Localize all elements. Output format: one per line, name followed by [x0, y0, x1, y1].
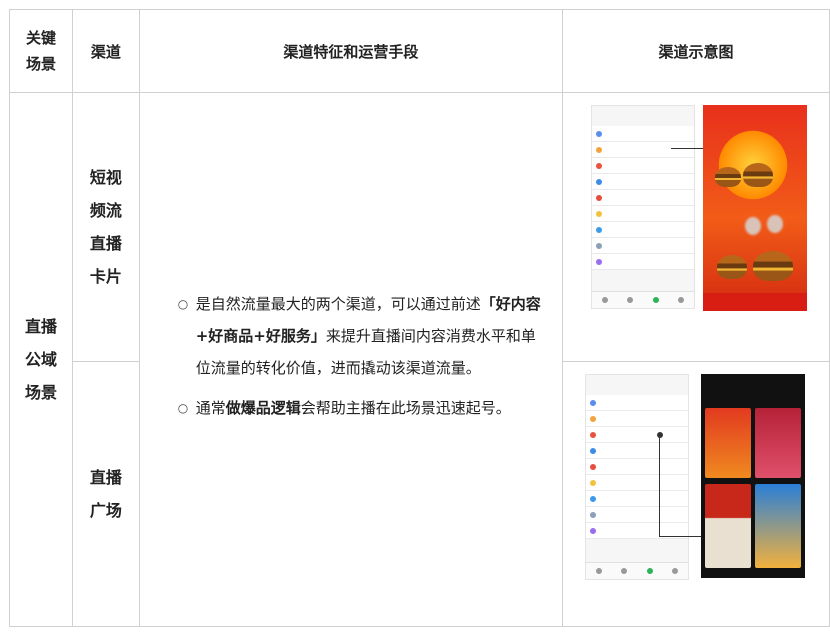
live-square-screen	[700, 374, 805, 578]
sample-image-2	[563, 362, 829, 626]
channel-label-2: 直播广场	[89, 468, 122, 520]
live-card-poster	[702, 105, 807, 311]
pointer-line-vertical	[658, 436, 660, 536]
feature-highlight-2: 做爆品逻辑	[225, 398, 301, 417]
header-feature: 渠道特征和运营手段	[138, 9, 563, 93]
feature-item-2: 通常做爆品逻辑会帮助主播在此场景迅速起号。	[178, 392, 542, 424]
phone-discover-menu-2	[584, 374, 689, 580]
pointer-dot	[656, 432, 663, 438]
table-header-row: 关键场景 渠道 渠道特征和运营手段 渠道示意图	[8, 9, 830, 93]
scene-channel-table: 关键场景 渠道 渠道特征和运营手段 渠道示意图 直播公域场景 短视频流直播卡片 …	[8, 9, 830, 627]
header-channel: 渠道	[72, 9, 140, 93]
pointer-line-horizontal	[658, 536, 705, 537]
channel-label-1: 短视频流直播卡片	[89, 168, 122, 286]
scene-cell: 直播公域场景	[8, 92, 74, 627]
header-key-scene: 关键场景	[8, 9, 74, 93]
sample-image-1	[563, 93, 829, 361]
channel-cell-2: 直播广场	[72, 361, 140, 627]
feature-list: 是自然流量最大的两个渠道，可以通过前述「好内容+好商品+好服务」来提升直播间内容…	[178, 288, 542, 424]
channel-cell-1: 短视频流直播卡片	[72, 92, 140, 362]
header-sample: 渠道示意图	[561, 9, 830, 93]
scene-label: 直播公域场景	[25, 317, 58, 402]
sample-cell-1	[561, 92, 830, 362]
feature-cell: 是自然流量最大的两个渠道，可以通过前述「好内容+好商品+好服务」来提升直播间内容…	[138, 92, 563, 627]
table-row: 直播公域场景 短视频流直播卡片 是自然流量最大的两个渠道，可以通过前述「好内容+…	[8, 92, 830, 627]
sample-cell-2	[561, 361, 830, 627]
feature-item-1: 是自然流量最大的两个渠道，可以通过前述「好内容+好商品+好服务」来提升直播间内容…	[178, 288, 542, 384]
phone-discover-menu	[590, 105, 695, 309]
